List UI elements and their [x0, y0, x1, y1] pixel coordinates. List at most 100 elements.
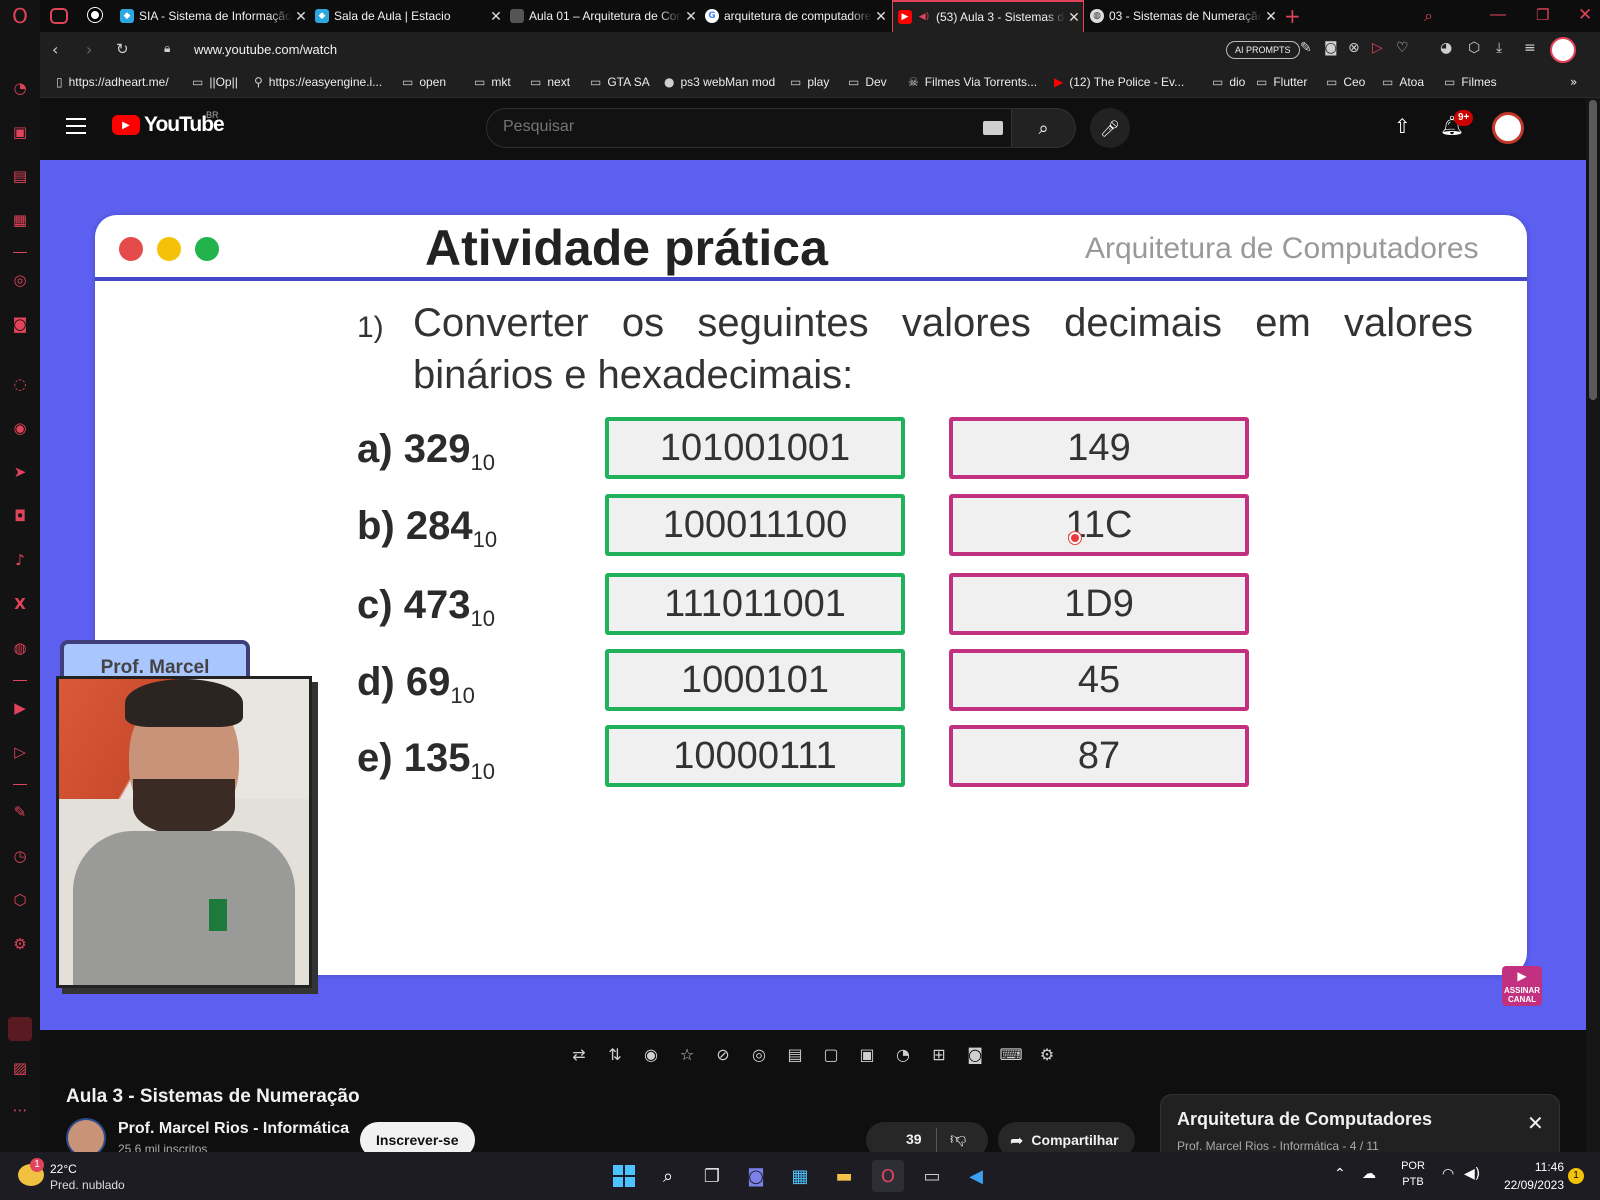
miniplayer-icon[interactable]: ▣: [856, 1043, 878, 1065]
video-player[interactable]: Atividade prática Arquitetura de Computa…: [40, 160, 1586, 1030]
notes-icon[interactable]: ✎: [10, 802, 30, 822]
screenshot-camera-icon[interactable]: ◙: [964, 1043, 986, 1065]
close-tab-icon[interactable]: ✕: [1262, 8, 1280, 25]
language-code[interactable]: POR: [1398, 1160, 1428, 1172]
vpn-icon[interactable]: ◕: [1440, 40, 1452, 56]
search-input[interactable]: [503, 118, 943, 136]
workspace-icon[interactable]: ▦: [10, 210, 30, 230]
send-icon[interactable]: ▷: [10, 742, 30, 762]
camera-icon[interactable]: ◙: [1324, 40, 1338, 56]
account-avatar[interactable]: [1492, 112, 1524, 144]
loop-icon[interactable]: ⇄: [568, 1043, 590, 1065]
more-icon[interactable]: ⋯: [10, 1100, 30, 1120]
close-tab-icon[interactable]: ✕: [292, 8, 310, 25]
bookmark-adheart[interactable]: ▯ https://adheart.me/: [56, 75, 169, 89]
sort-icon[interactable]: ⇅: [604, 1043, 626, 1065]
tab-search-icon[interactable]: ⌕: [1424, 6, 1433, 26]
messenger-icon[interactable]: ◌: [10, 374, 30, 394]
minimize-icon[interactable]: —: [1490, 6, 1506, 24]
ai-prompts-button[interactable]: AI PROMPTS: [1226, 41, 1300, 59]
new-tab-icon[interactable]: +: [1284, 4, 1301, 28]
speed-dial-icon[interactable]: ◔: [10, 78, 30, 98]
dislike-icon[interactable]: 👎︎: [950, 1129, 966, 1149]
briefcase-icon[interactable]: ▣: [10, 122, 30, 142]
notification-center-badge[interactable]: 1: [1568, 1168, 1584, 1184]
history-icon[interactable]: ◷: [10, 846, 30, 866]
ads-block-icon[interactable]: ⊘: [712, 1043, 734, 1065]
twitch-icon[interactable]: ▤: [10, 166, 30, 186]
easy-setup-icon[interactable]: ≡: [1524, 40, 1536, 56]
speed-gauge-icon[interactable]: ◔: [892, 1043, 914, 1065]
player-icon[interactable]: ▶: [10, 698, 30, 718]
clock-date[interactable]: 22/09/2023: [1490, 1178, 1564, 1192]
clock-time[interactable]: 11:46: [1500, 1160, 1564, 1174]
tab-youtube-active[interactable]: ▶ ◀) (53) Aula 3 - Sistemas de Numeração…: [892, 0, 1084, 32]
like-count[interactable]: 39: [906, 1131, 922, 1147]
bookmark-easyengine[interactable]: ⚲ https://easyengine.i...: [254, 75, 382, 89]
tray-chevron-up-icon[interactable]: ⌃: [1334, 1166, 1346, 1182]
bookmark-atoa[interactable]: ▭ Atoa: [1382, 75, 1424, 89]
discord-icon[interactable]: ◍: [10, 638, 30, 658]
screen-icon[interactable]: ▢: [820, 1043, 842, 1065]
search-button[interactable]: ⌕: [1012, 108, 1076, 148]
x-twitter-icon[interactable]: X: [10, 594, 30, 614]
app-tile-icon[interactable]: [8, 1017, 32, 1041]
youtube-logo-icon[interactable]: ▶: [112, 115, 140, 135]
close-playlist-icon[interactable]: ✕: [1527, 1111, 1544, 1135]
send-page-icon[interactable]: ▷: [1372, 40, 1383, 56]
scrollbar-thumb[interactable]: [1589, 100, 1597, 400]
heart-icon[interactable]: ♡: [1396, 40, 1409, 56]
file-explorer-icon[interactable]: ▬: [828, 1160, 860, 1192]
close-tab-icon[interactable]: ✕: [487, 8, 505, 25]
bookmark-play[interactable]: ▭ play: [790, 75, 829, 89]
add-screen-icon[interactable]: ⊞: [928, 1043, 950, 1065]
reload-icon[interactable]: ↻: [116, 40, 129, 58]
voice-search-button[interactable]: 🎤︎: [1090, 108, 1130, 148]
tab-sala-de-aula[interactable]: ◆ Sala de Aula | Estacio ✕: [315, 0, 505, 32]
keyboard-icon[interactable]: [983, 121, 1003, 135]
blocker-icon[interactable]: ⊗: [1348, 40, 1360, 56]
onedrive-cloud-icon[interactable]: ☁: [1362, 1166, 1376, 1182]
gamepad-icon[interactable]: ◙: [10, 314, 30, 334]
bookmark-mkt[interactable]: ▭ mkt: [474, 75, 511, 89]
subscribe-channel-badge[interactable]: ▶ ASSINAR CANAL: [1502, 966, 1542, 1006]
close-tab-icon[interactable]: ✕: [682, 8, 700, 25]
vscode-icon[interactable]: ◀: [960, 1160, 992, 1192]
url-field[interactable]: www.youtube.com/watch: [194, 42, 337, 57]
settings-icon[interactable]: ⚙: [1036, 1043, 1058, 1065]
telegram-icon[interactable]: ➤: [10, 462, 30, 482]
bookmark-op[interactable]: ▭ ||Op||: [192, 75, 238, 89]
bookmark-next[interactable]: ▭ next: [530, 75, 570, 89]
profile-avatar[interactable]: [1550, 37, 1576, 63]
more-bookmarks-icon[interactable]: »: [1570, 75, 1577, 89]
task-view-icon[interactable]: ❐: [696, 1160, 728, 1192]
broadcast-icon[interactable]: ◉: [640, 1043, 662, 1065]
menu-hamburger-icon[interactable]: [66, 118, 86, 134]
opera-tab-icon[interactable]: [88, 8, 102, 22]
tab-sistemas-numeracao[interactable]: ◍ 03 - Sistemas de Numeração ✕: [1090, 0, 1280, 32]
tiktok-icon[interactable]: ♪: [10, 550, 30, 570]
instagram-icon[interactable]: ◘: [10, 506, 30, 526]
opera-taskbar-icon[interactable]: O: [872, 1160, 904, 1192]
close-window-icon[interactable]: ✕: [1578, 5, 1592, 25]
taskbar-search-icon[interactable]: ⌕: [652, 1160, 684, 1192]
gallery-icon[interactable]: ▨: [10, 1058, 30, 1078]
bookmark-dev[interactable]: ▭ Dev: [848, 75, 887, 89]
keyboard-shortcuts-icon[interactable]: ⌨: [999, 1043, 1022, 1065]
edit-icon[interactable]: ✎: [1300, 40, 1312, 56]
lock-icon[interactable]: 🔒︎: [164, 41, 170, 56]
close-tab-icon[interactable]: ✕: [872, 8, 890, 25]
volume-icon[interactable]: ◀): [1464, 1166, 1480, 1182]
download-icon[interactable]: ⤓: [1496, 40, 1502, 56]
aria-icon[interactable]: ◎: [10, 270, 30, 290]
whatsapp-icon[interactable]: ◉: [10, 418, 30, 438]
bookmark-flutter[interactable]: ▭ Flutter: [1256, 75, 1307, 89]
star-icon[interactable]: ☆: [676, 1043, 698, 1065]
like-icon[interactable]: [884, 1132, 904, 1148]
weather-description[interactable]: Pred. nublado: [50, 1178, 125, 1192]
settings-gear-icon[interactable]: ⚙: [10, 934, 30, 954]
bookmark-dio[interactable]: ▭ dio: [1212, 75, 1245, 89]
bookmark-open[interactable]: ▭ open: [402, 75, 446, 89]
cube-icon[interactable]: ⬡: [1468, 40, 1480, 56]
opera-logo-icon[interactable]: O: [10, 4, 30, 28]
